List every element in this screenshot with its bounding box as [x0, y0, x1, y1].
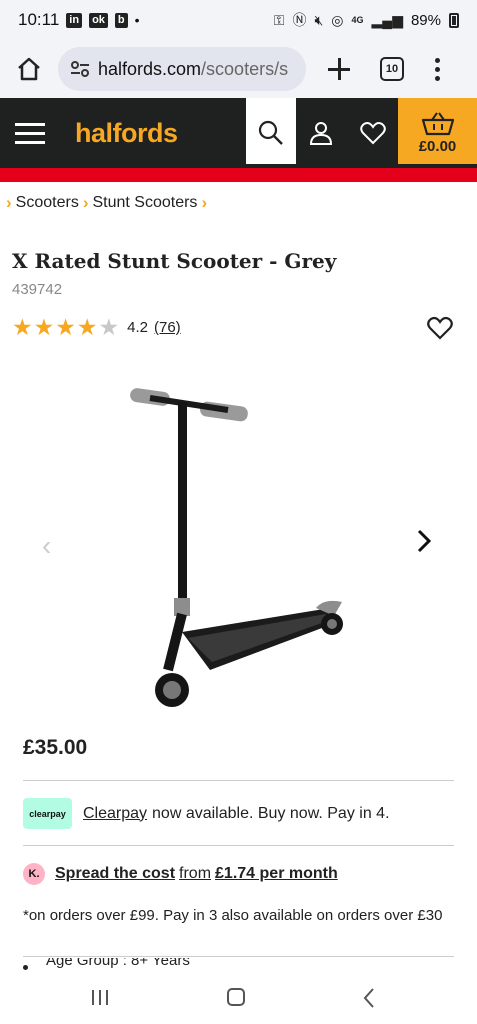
- scooter-product-image: [130, 388, 343, 707]
- home-icon: [18, 57, 40, 81]
- spread-the-cost-link[interactable]: Spread the cost: [55, 865, 175, 883]
- star-icon: ★: [98, 314, 120, 340]
- status-left: 10:11 in ok b •: [18, 10, 140, 30]
- status-bar: 10:11 in ok b • ⚿ Ⓝ 🔇︎ ◎ 4G ▂▄▆ 89%: [0, 0, 477, 40]
- address-bar[interactable]: halfords.com/scooters/s: [58, 47, 306, 91]
- clearpay-text: now available. Buy now. Pay in 4.: [152, 804, 390, 822]
- product-image-carousel[interactable]: ‹: [0, 360, 477, 720]
- search-icon: [258, 120, 283, 145]
- user-icon: [309, 122, 333, 145]
- chevron-right-icon: ›: [6, 193, 12, 212]
- finance-terms: *on orders over £99. Pay in 3 also avail…: [23, 907, 443, 924]
- wishlist-button[interactable]: [358, 98, 388, 168]
- star-icon: ★: [55, 314, 76, 340]
- battery-percent: 89%: [410, 11, 441, 29]
- site-settings-icon[interactable]: [70, 60, 90, 78]
- breadcrumb: › Scooters › Stunt Scooters ›: [2, 193, 211, 213]
- hamburger-menu-button[interactable]: [0, 98, 60, 168]
- site-header: halfords £0.00: [0, 98, 477, 168]
- chevron-right-icon: ›: [201, 193, 208, 212]
- recent-apps-button[interactable]: [92, 990, 108, 1005]
- chevron-right-icon[interactable]: [413, 528, 435, 559]
- nfc-icon: Ⓝ: [292, 12, 307, 28]
- halfords-logo[interactable]: halfords: [75, 118, 178, 149]
- back-icon: [363, 988, 374, 1008]
- ok-notification-icon: ok: [89, 12, 108, 28]
- divider: [23, 845, 454, 846]
- basket-button[interactable]: £0.00: [398, 98, 477, 168]
- promo-banner[interactable]: [0, 168, 477, 182]
- signal-icon: ▂▄▆: [371, 11, 403, 28]
- search-button[interactable]: [246, 98, 296, 168]
- network-type: 4G: [351, 15, 364, 25]
- product-sku: 439742: [12, 281, 63, 298]
- chevron-left-icon[interactable]: ‹: [42, 530, 51, 562]
- basket-icon: [421, 111, 454, 135]
- linkedin-notification-icon: in: [66, 12, 83, 28]
- tab-switcher-button[interactable]: 10: [380, 57, 404, 81]
- more-notifications-dot: •: [134, 12, 140, 28]
- add-to-wishlist-button[interactable]: [427, 316, 453, 340]
- divider: [23, 780, 454, 781]
- account-button[interactable]: [306, 98, 336, 168]
- star-rating: ★ ★ ★ ★ ★: [12, 316, 119, 339]
- status-right: ⚿ Ⓝ 🔇︎ ◎ 4G ▂▄▆ 89%: [274, 10, 459, 30]
- reviews-link[interactable]: (76): [154, 319, 181, 336]
- status-time: 10:11: [18, 10, 60, 29]
- new-tab-button[interactable]: [326, 56, 352, 82]
- product-title: X Rated Stunt Scooter - Grey: [12, 249, 337, 273]
- product-price: £35.00: [23, 736, 88, 759]
- browser-toolbar: halfords.com/scooters/s 10: [0, 40, 477, 98]
- home-nav-button[interactable]: [227, 988, 245, 1006]
- clearpay-link[interactable]: Clearpay: [83, 805, 147, 823]
- klarna-from: from: [179, 865, 212, 882]
- clearpay-logo: clearpay: [23, 798, 72, 829]
- battery-icon: [449, 12, 459, 28]
- mute-icon: 🔇︎: [314, 11, 324, 28]
- hotspot-icon: ◎: [331, 11, 344, 28]
- breadcrumb-item-scooters[interactable]: Scooters: [16, 194, 79, 212]
- spec-list-item: Age Group : 8+ Years: [23, 958, 323, 970]
- home-button[interactable]: [12, 52, 46, 86]
- rating-value: 4.2: [127, 319, 148, 336]
- system-nav-bar: [0, 970, 477, 1024]
- star-icon: ★: [12, 314, 33, 340]
- spec-text: Age Group : 8+ Years: [46, 958, 190, 969]
- key-icon: ⚿: [273, 11, 285, 28]
- klarna-row: K. Spread the cost from £1.74 per month: [23, 863, 338, 885]
- clearpay-row: clearpay Clearpay now available. Buy now…: [23, 798, 390, 829]
- chevron-right-icon: ›: [82, 193, 89, 212]
- bullet-icon: [23, 964, 28, 970]
- heart-icon: [427, 316, 453, 340]
- b-notification-icon: b: [114, 12, 128, 28]
- url-path: /scooters/s: [201, 58, 289, 79]
- product-rating: ★ ★ ★ ★ ★ 4.2 (76): [12, 316, 181, 339]
- star-icon: ★: [33, 314, 55, 340]
- divider: [23, 956, 454, 957]
- star-icon: ★: [76, 314, 98, 340]
- url-host: halfords.com: [98, 58, 202, 79]
- basket-total: £0.00: [418, 137, 457, 155]
- breadcrumb-item-stunt-scooters[interactable]: Stunt Scooters: [92, 194, 197, 212]
- heart-icon: [360, 122, 386, 145]
- more-menu-button[interactable]: [434, 57, 440, 81]
- klarna-logo: K.: [23, 863, 45, 885]
- klarna-amount[interactable]: £1.74 per month: [215, 865, 338, 883]
- back-button[interactable]: [362, 987, 376, 1014]
